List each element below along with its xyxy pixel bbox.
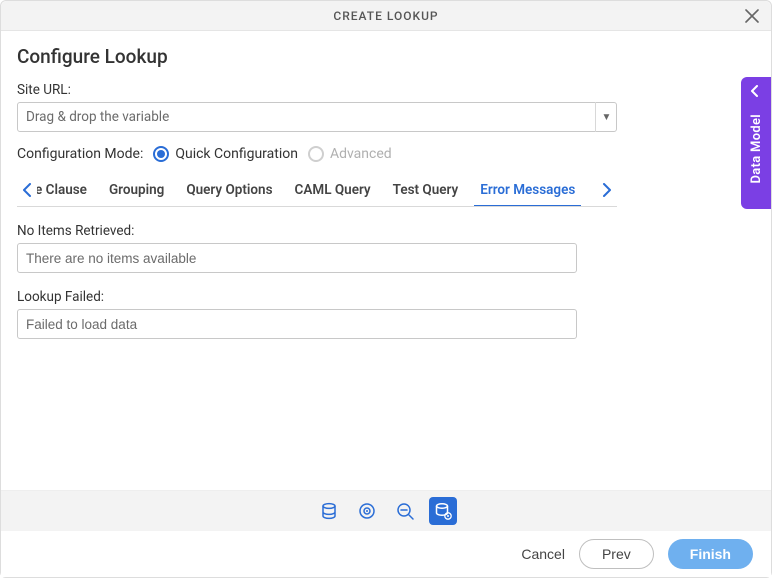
finish-button[interactable]: Finish <box>668 539 753 569</box>
target-gear-icon <box>357 501 377 521</box>
tab-query-options[interactable]: Query Options <box>186 174 272 206</box>
cancel-button[interactable]: Cancel <box>521 546 565 562</box>
step-configure-lookup[interactable] <box>429 497 457 525</box>
tab-error-messages[interactable]: Error Messages <box>480 174 575 206</box>
chevron-left-icon <box>749 85 761 97</box>
dialog-title: CREATE LOOKUP <box>333 9 438 23</box>
site-url-placeholder: Drag & drop the variable <box>26 109 169 125</box>
tab-grouping[interactable]: Grouping <box>109 174 164 206</box>
no-items-label: No Items Retrieved: <box>17 223 755 239</box>
database-gear-icon <box>433 501 453 521</box>
chevron-left-icon <box>22 183 32 197</box>
site-url-label: Site URL: <box>17 82 755 98</box>
tab-where-clause-partial[interactable]: e Clause <box>37 174 87 206</box>
radio-dot-icon <box>308 146 324 162</box>
step-settings[interactable] <box>353 497 381 525</box>
dialog-titlebar: CREATE LOOKUP <box>1 1 771 31</box>
radio-dot-icon <box>153 146 169 162</box>
tabs-scroll-left[interactable] <box>17 174 37 206</box>
tab-caml-query[interactable]: CAML Query <box>295 174 371 206</box>
lookup-failed-label: Lookup Failed: <box>17 289 755 305</box>
page-title: Configure Lookup <box>17 45 755 68</box>
data-model-panel-toggle[interactable]: Data Model <box>741 77 771 209</box>
database-icon <box>319 501 339 521</box>
step-query[interactable] <box>391 497 419 525</box>
tabs-scroll-right[interactable] <box>597 174 617 206</box>
chevron-right-icon <box>602 183 612 197</box>
close-button[interactable] <box>741 5 763 27</box>
radio-quick-label: Quick Configuration <box>175 146 298 162</box>
radio-advanced[interactable]: Advanced <box>308 146 392 162</box>
tab-test-query[interactable]: Test Query <box>393 174 459 206</box>
radio-quick-configuration[interactable]: Quick Configuration <box>153 146 298 162</box>
step-datasource[interactable] <box>315 497 343 525</box>
data-model-label: Data Model <box>749 114 764 183</box>
zoom-out-icon <box>395 501 415 521</box>
close-icon <box>745 9 759 23</box>
radio-advanced-label: Advanced <box>330 146 392 162</box>
no-items-input[interactable] <box>17 243 577 273</box>
site-url-select[interactable]: Drag & drop the variable <box>17 102 617 132</box>
lookup-failed-input[interactable] <box>17 309 577 339</box>
prev-button[interactable]: Prev <box>579 539 654 569</box>
config-mode-label: Configuration Mode: <box>17 146 143 162</box>
